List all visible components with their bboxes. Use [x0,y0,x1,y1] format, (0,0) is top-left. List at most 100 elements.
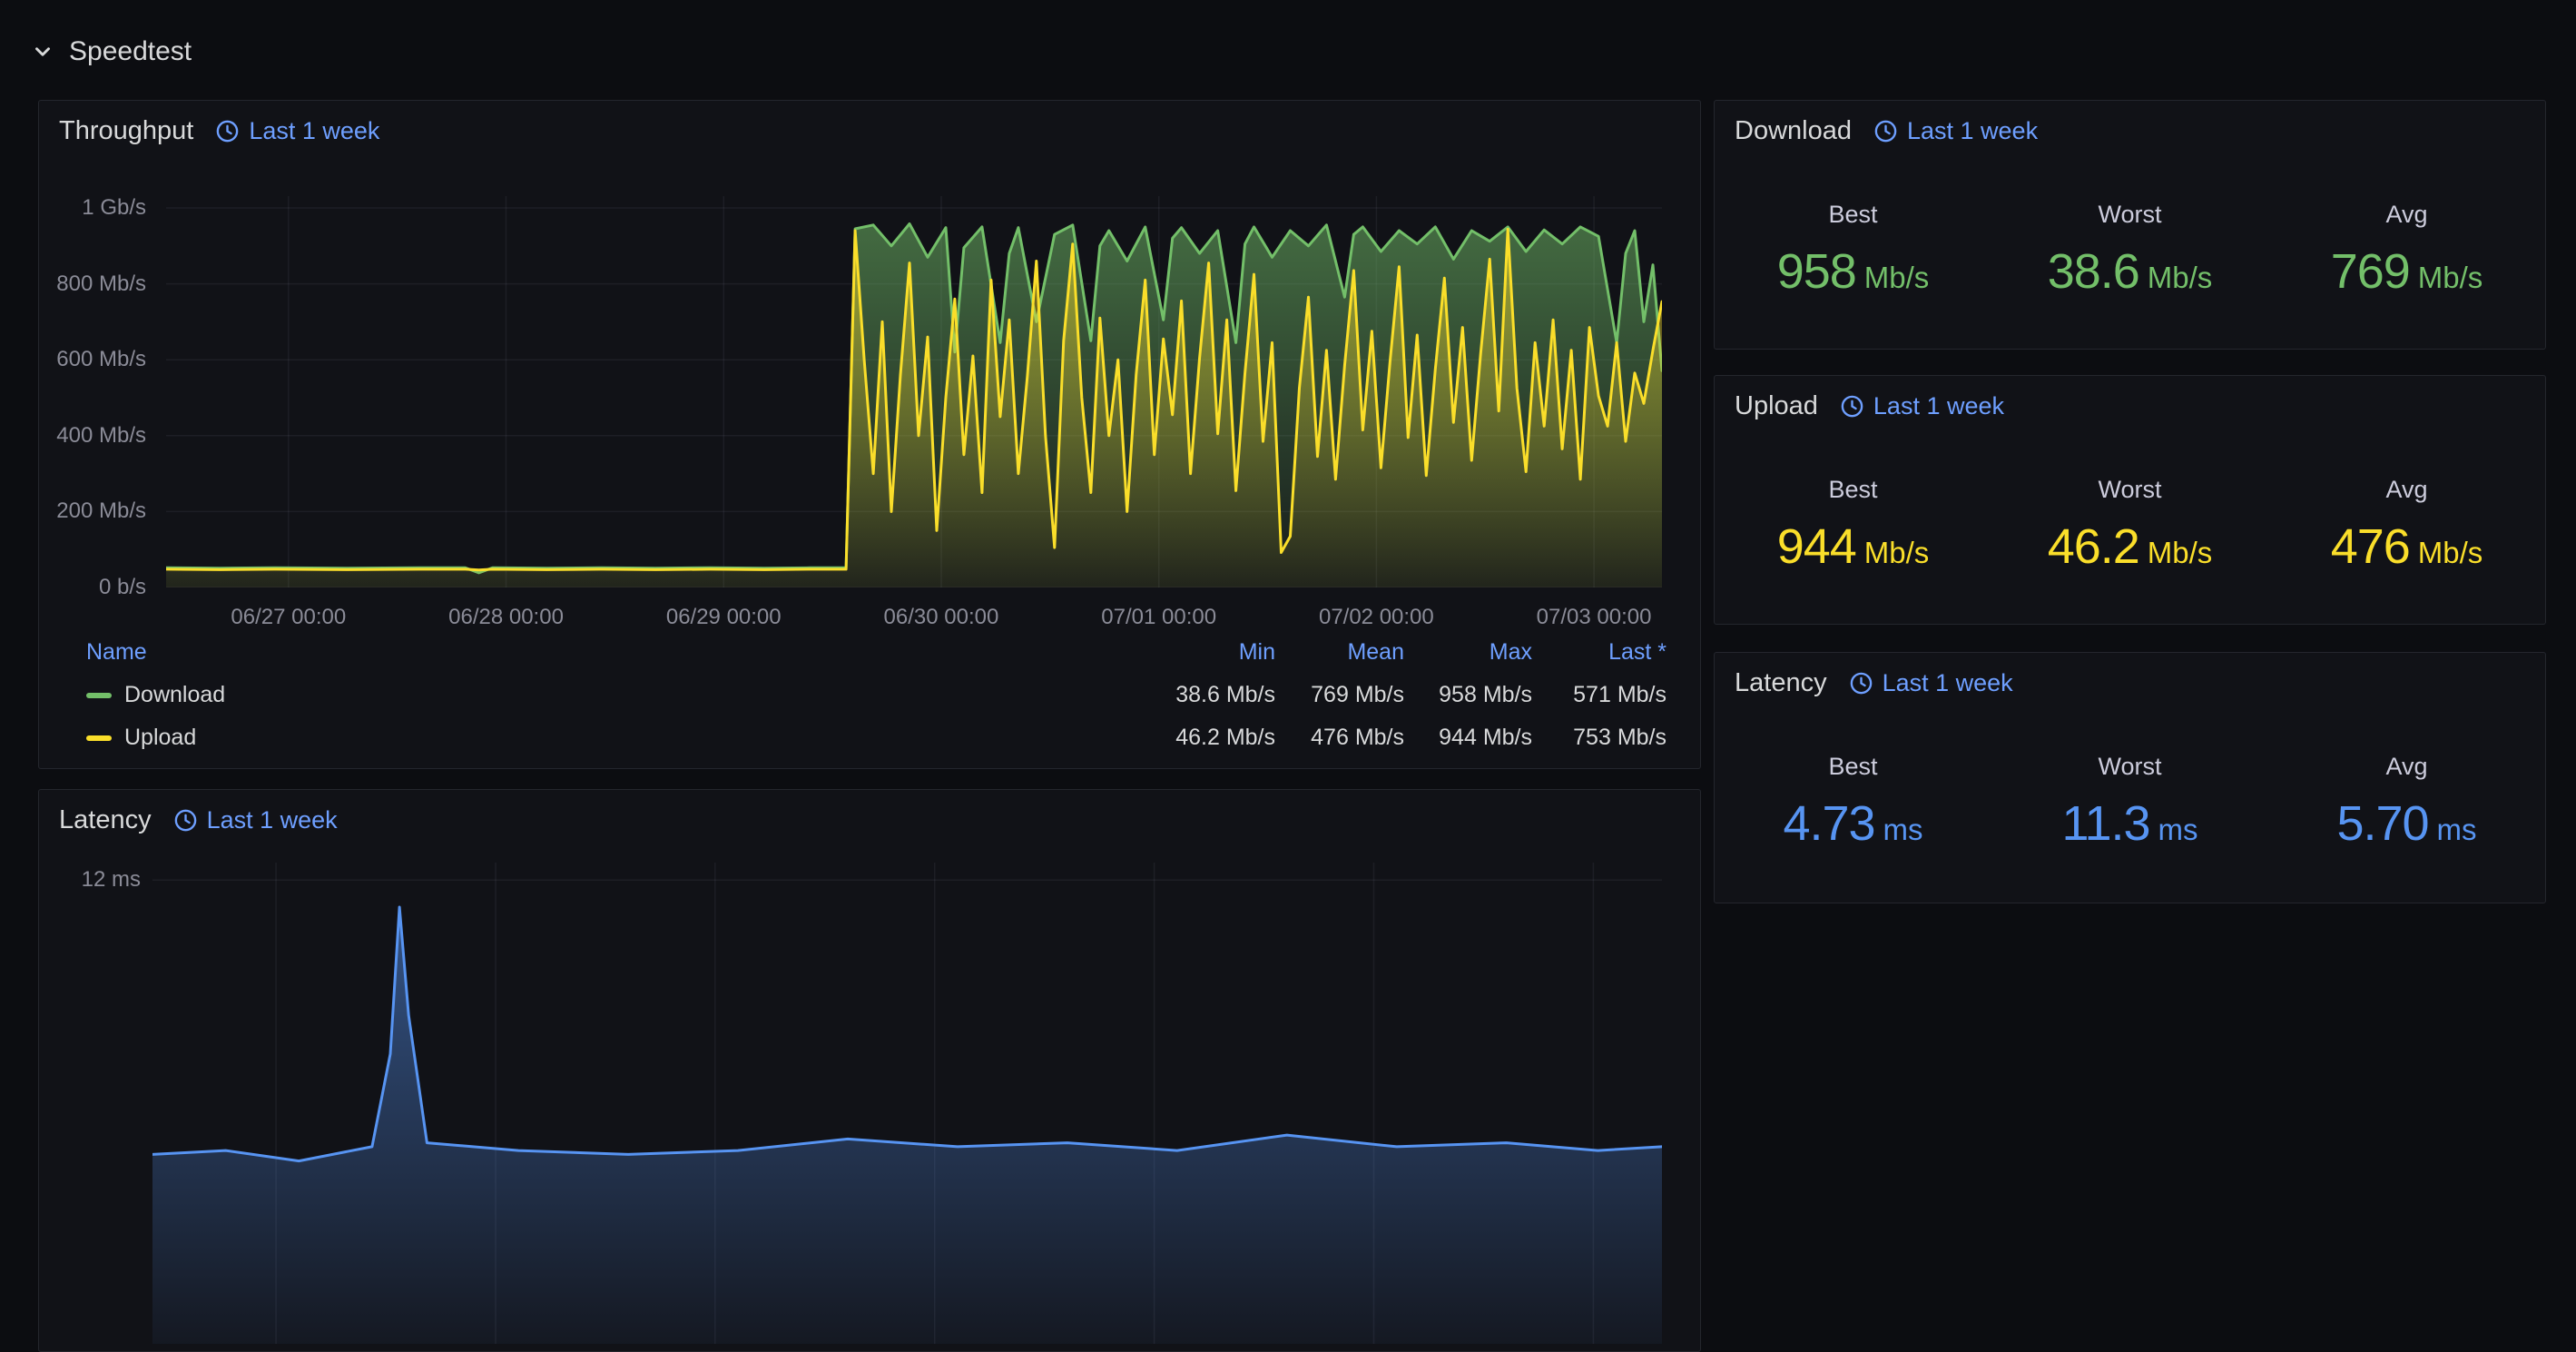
time-range-badge[interactable]: Last 1 week [1849,669,2013,697]
stat-label: Avg [2385,201,2428,228]
y-axis-tick-label: 400 Mb/s [56,422,146,448]
time-range-badge[interactable]: Last 1 week [1873,117,2038,145]
stat-label: Worst [2098,201,2162,228]
stat-best: Best 4.73 ms [1715,753,1991,852]
y-axis-tick-label: 600 Mb/s [56,347,146,372]
stats-row: Best 944 Mb/s Worst 46.2 Mb/s Avg 476 Mb/s [1715,476,2545,575]
stat-value: 958 Mb/s [1776,244,1930,299]
panel-download-stat: Download Last 1 week Best 958 Mb/s Worst … [1714,100,2546,350]
legend-value-min: 46.2 Mb/s [1175,725,1275,750]
time-range-label: Last 1 week [206,805,338,834]
x-axis-tick-label: 07/03 00:00 [1536,605,1652,629]
time-range-label: Last 1 week [1873,391,2004,419]
stat-value: 4.73 ms [1783,796,1923,851]
legend-value-last: 571 Mb/s [1573,682,1667,707]
stat-value: 46.2 Mb/s [2047,519,2213,574]
stat-value: 944 Mb/s [1776,519,1930,574]
stat-value: 11.3 ms [2061,796,2198,851]
clock-icon [1874,120,1897,142]
x-axis-tick-label: 06/27 00:00 [231,605,347,629]
stat-label: Best [1828,753,1878,780]
stat-avg: Avg 476 Mb/s [2268,476,2545,575]
legend-series-name-download[interactable]: Download [124,682,225,708]
clock-icon [1850,672,1872,694]
section-title: Speedtest [69,36,192,66]
legend-header-mean[interactable]: Mean [1275,639,1404,666]
legend-value-max: 958 Mb/s [1439,682,1532,707]
stat-label: Worst [2098,476,2162,503]
stat-label: Best [1828,201,1878,228]
latency-chart-plot[interactable] [152,863,1662,1344]
clock-icon [217,120,239,142]
panel-title-download[interactable]: Download [1735,116,1852,146]
y-axis-tick-label: 12 ms [81,867,141,893]
stat-worst: Worst 38.6 Mb/s [1991,201,2268,300]
x-axis-tick-label: 06/29 00:00 [665,605,782,629]
panel-title-latency-chart[interactable]: Latency [59,805,152,835]
y-axis-tick-label: 1 Gb/s [82,194,146,220]
panel-header: Latency Last 1 week [39,790,1700,850]
legend-value-mean: 476 Mb/s [1311,725,1404,750]
stats-row: Best 958 Mb/s Worst 38.6 Mb/s Avg 769 Mb/s [1715,201,2545,300]
legend-row-download: Download 38.6 Mb/s 769 Mb/s 958 Mb/s 571… [86,674,1667,716]
y-axis-tick-label: 200 Mb/s [56,498,146,524]
panel-title-throughput[interactable]: Throughput [59,116,193,146]
legend-header-last[interactable]: Last * [1532,639,1667,666]
legend-header-row: Name Min Mean Max Last * [86,631,1667,674]
panel-latency-chart: Latency Last 1 week 12 ms [38,789,1701,1352]
x-axis-tick-label: 06/30 00:00 [883,605,999,629]
time-range-badge[interactable]: Last 1 week [173,806,338,834]
download-series-swatch [86,692,112,698]
stat-label: Avg [2385,476,2428,503]
throughput-chart-plot[interactable] [166,196,1662,587]
y-axis-tick-label: 0 b/s [98,575,146,599]
panel-header: Throughput Last 1 week [39,101,1700,161]
time-range-label: Last 1 week [1906,116,2039,144]
grafana-dashboard: { "section": { "title": "Speedtest" }, "… [0,0,2576,1352]
stats-row: Best 4.73 ms Worst 11.3 ms Avg 5.70 ms [1715,753,2545,852]
panel-title-latency[interactable]: Latency [1735,668,1827,698]
upload-series-swatch [86,735,112,741]
time-range-badge[interactable]: Last 1 week [1840,392,2004,420]
stat-avg: Avg 5.70 ms [2268,753,2545,852]
stat-best: Best 958 Mb/s [1715,201,1991,300]
stat-label: Avg [2385,753,2428,780]
stat-avg: Avg 769 Mb/s [2268,201,2545,300]
clock-icon [174,809,196,831]
panel-header: Latency Last 1 week [1715,653,2545,713]
legend-row-upload: Upload 46.2 Mb/s 476 Mb/s 944 Mb/s 753 M… [86,716,1667,759]
legend-header-min[interactable]: Min [1139,639,1275,666]
time-range-label: Last 1 week [1882,668,2013,696]
stat-best: Best 944 Mb/s [1715,476,1991,575]
panel-latency-stat: Latency Last 1 week Best 4.73 ms Worst 11… [1714,652,2546,903]
legend-table: Name Min Mean Max Last * Download 38.6 M… [86,631,1667,759]
chevron-down-icon [31,40,54,64]
x-axis-tick-label: 07/01 00:00 [1101,605,1217,629]
legend-header-max[interactable]: Max [1404,639,1532,666]
legend-value-min: 38.6 Mb/s [1175,682,1275,707]
panel-upload-stat: Upload Last 1 week Best 944 Mb/s Worst 46… [1714,375,2546,625]
stat-label: Best [1828,476,1878,503]
legend-value-mean: 769 Mb/s [1311,682,1404,707]
panel-throughput: Throughput Last 1 week Name Min Mean Max… [38,100,1701,769]
panel-header: Upload Last 1 week [1715,376,2545,436]
panel-title-upload[interactable]: Upload [1735,391,1818,421]
section-row-speedtest[interactable]: Speedtest [31,36,192,67]
time-range-label: Last 1 week [249,116,380,144]
time-range-badge[interactable]: Last 1 week [215,117,379,145]
legend-value-max: 944 Mb/s [1439,725,1532,750]
x-axis-tick-label: 07/02 00:00 [1318,605,1434,629]
stat-worst: Worst 46.2 Mb/s [1991,476,2268,575]
legend-series-name-upload[interactable]: Upload [124,725,196,751]
panel-header: Download Last 1 week [1715,101,2545,161]
stat-value: 5.70 ms [2336,796,2477,851]
x-axis-tick-label: 06/28 00:00 [448,605,564,629]
stat-value: 769 Mb/s [2330,244,2483,299]
clock-icon [1841,395,1863,417]
legend-header-name[interactable]: Name [86,639,1139,666]
legend-value-last: 753 Mb/s [1573,725,1667,750]
y-axis-tick-label: 800 Mb/s [56,271,146,296]
stat-value: 476 Mb/s [2330,519,2483,574]
stat-worst: Worst 11.3 ms [1991,753,2268,852]
stat-value: 38.6 Mb/s [2047,244,2213,299]
